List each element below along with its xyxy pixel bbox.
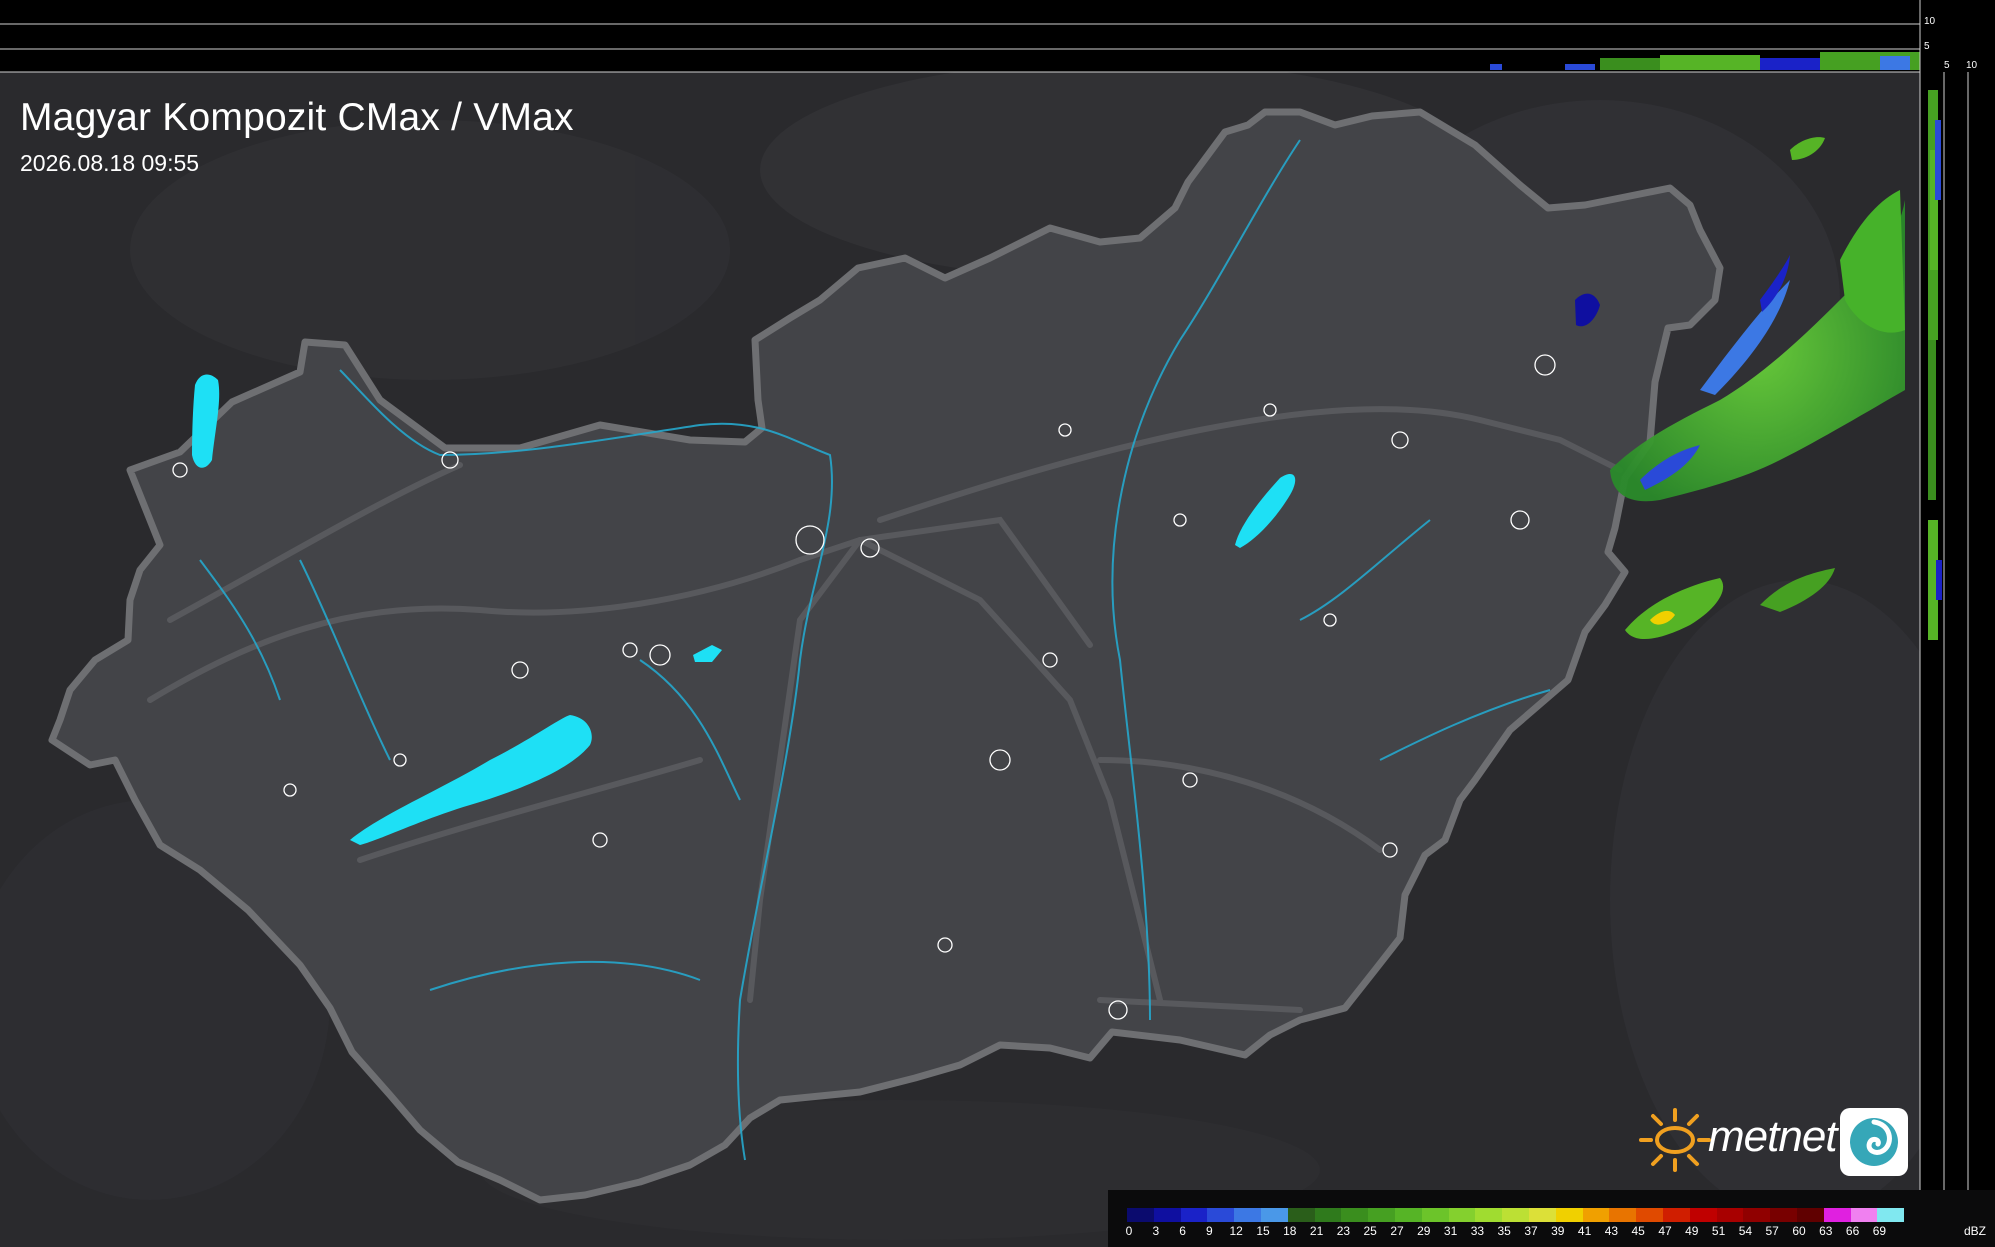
legend-swatch <box>1475 1208 1503 1222</box>
legend-label: 27 <box>1390 1224 1404 1238</box>
legend-label: 9 <box>1206 1224 1213 1238</box>
legend-swatch <box>1796 1208 1824 1222</box>
legend-swatch <box>1368 1208 1395 1222</box>
legend-label: 69 <box>1872 1224 1887 1238</box>
map-title: Magyar Kompozit CMax / VMax <box>20 96 574 139</box>
legend-swatch <box>1153 1208 1181 1222</box>
legend-label: 47 <box>1658 1224 1672 1238</box>
legend-label: 54 <box>1738 1224 1753 1238</box>
legend-swatch <box>1234 1208 1261 1222</box>
top-axis-tick: 5 <box>1924 41 1930 52</box>
legend-swatch <box>1448 1208 1476 1222</box>
legend-swatch <box>1662 1208 1690 1222</box>
legend-label: 21 <box>1309 1224 1324 1238</box>
legend-swatch <box>1716 1208 1744 1222</box>
legend-swatch <box>1823 1208 1851 1222</box>
brand-name: metnet <box>1708 1112 1838 1161</box>
legend-label: 12 <box>1229 1224 1243 1238</box>
legend-unit: dBZ <box>1964 1224 1987 1238</box>
legend-label: 35 <box>1497 1224 1511 1238</box>
legend-swatch <box>1314 1208 1342 1222</box>
brand-logo: metnet <box>1636 1104 1911 1178</box>
legend-swatch <box>1180 1208 1208 1222</box>
side-axis-tick: 5 <box>1944 60 1950 71</box>
legend-label: 15 <box>1256 1224 1270 1238</box>
radar-map <box>0 0 1995 1247</box>
legend-swatch <box>1421 1208 1449 1222</box>
legend-label: 3 <box>1152 1224 1160 1238</box>
legend-swatch <box>1207 1208 1235 1222</box>
legend-swatch <box>1877 1208 1905 1222</box>
legend-swatch <box>1582 1208 1610 1222</box>
legend-label: 66 <box>1845 1224 1860 1238</box>
legend-swatch <box>1528 1208 1556 1222</box>
legend-label: 45 <box>1631 1224 1645 1238</box>
legend-label: 63 <box>1819 1224 1833 1238</box>
legend-swatch <box>1127 1208 1154 1222</box>
legend-swatch <box>1770 1208 1797 1222</box>
legend-label: 49 <box>1685 1224 1699 1238</box>
legend-swatch <box>1609 1208 1637 1222</box>
dbz-legend: 0 3 6 9 12 15 18 21 23 25 27 29 31 33 35 37 39 41 43 45 47 49… <box>1108 1190 1995 1247</box>
legend-swatch <box>1555 1208 1583 1222</box>
legend-swatch <box>1850 1208 1878 1222</box>
legend-label: 43 <box>1604 1224 1619 1238</box>
legend-swatch <box>1636 1208 1663 1222</box>
legend-swatch <box>1260 1208 1288 1222</box>
legend-swatch <box>1743 1208 1771 1222</box>
legend-swatch <box>1394 1208 1422 1222</box>
legend-label: 0 <box>1125 1224 1133 1238</box>
legend-swatch <box>1502 1208 1529 1222</box>
legend-label: 39 <box>1551 1224 1565 1238</box>
legend-labels: 0 3 6 9 12 15 18 21 23 25 27 29 31 33 35 37 39 41 43 45 47 49… <box>1125 1224 1987 1240</box>
legend-swatch <box>1287 1208 1315 1222</box>
legend-label: 18 <box>1283 1224 1297 1238</box>
legend-label: 6 <box>1179 1224 1186 1238</box>
legend-label: 29 <box>1417 1224 1431 1238</box>
legend-label: 60 <box>1792 1224 1806 1238</box>
top-axis-tick: 10 <box>1924 16 1936 27</box>
legend-label: 51 <box>1711 1224 1726 1238</box>
swirl-icon <box>1840 1108 1908 1176</box>
legend-label: 41 <box>1577 1224 1592 1238</box>
legend-label: 25 <box>1363 1224 1377 1238</box>
legend-swatch <box>1341 1208 1369 1222</box>
map-timestamp: 2026.08.18 09:55 <box>20 150 200 176</box>
legend-swatch <box>1689 1208 1717 1222</box>
legend-label: 23 <box>1336 1224 1351 1238</box>
legend-label: 37 <box>1524 1224 1538 1238</box>
legend-color-bar <box>1127 1208 1905 1222</box>
legend-label: 31 <box>1443 1224 1458 1238</box>
legend-label: 33 <box>1470 1224 1485 1238</box>
legend-label: 57 <box>1765 1224 1779 1238</box>
side-axis-tick: 10 <box>1966 60 1978 71</box>
